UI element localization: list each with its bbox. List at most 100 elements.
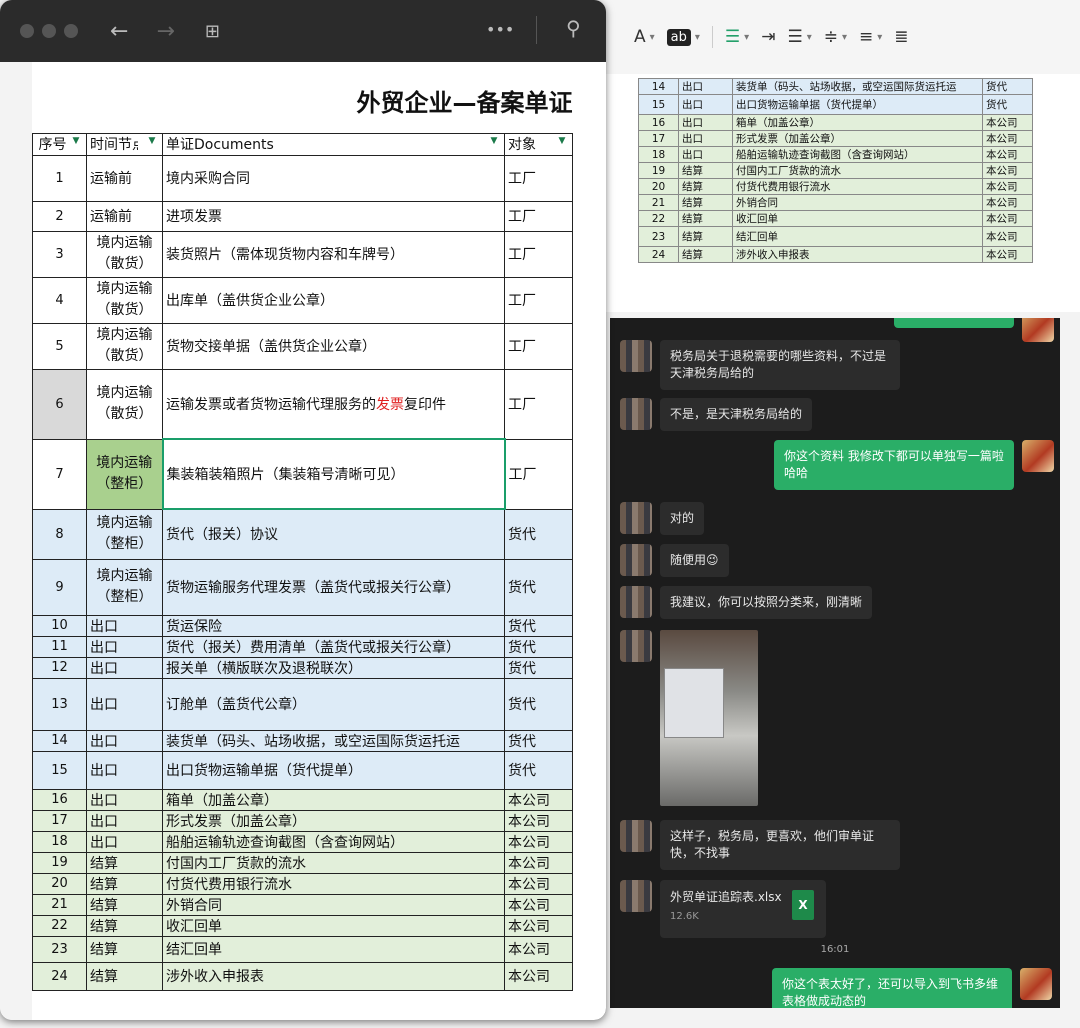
cell-index[interactable]: 7 bbox=[32, 438, 87, 510]
cell-party[interactable]: 工厂 bbox=[504, 438, 573, 510]
doc-cell[interactable]: 结算 bbox=[678, 194, 733, 211]
cell-document[interactable]: 货物交接单据（盖供货企业公章） bbox=[162, 322, 505, 370]
doc-cell[interactable]: 21 bbox=[638, 194, 679, 211]
cell-stage[interactable]: 境内运输（整柜） bbox=[86, 438, 163, 510]
paragraph-icon[interactable]: ≡ ▾ bbox=[859, 27, 882, 47]
cell-index[interactable]: 22 bbox=[32, 914, 87, 937]
filter-dropdown-icon[interactable]: ▼ bbox=[69, 134, 83, 148]
doc-cell[interactable]: 货代 bbox=[982, 94, 1033, 115]
cell-stage[interactable]: 出口 bbox=[86, 729, 163, 752]
cell-stage[interactable]: 境内运输（散货） bbox=[86, 368, 163, 440]
doc-cell[interactable]: 收汇回单 bbox=[732, 210, 983, 227]
doc-cell[interactable]: 本公司 bbox=[982, 226, 1033, 247]
cell-stage[interactable]: 境内运输（散货） bbox=[86, 322, 163, 370]
avatar[interactable] bbox=[620, 398, 652, 430]
cell-index[interactable]: 11 bbox=[32, 635, 87, 658]
cell-party[interactable]: 货代 bbox=[504, 750, 573, 790]
file-attachment[interactable]: 外贸单证追踪表.xlsx 12.6K X bbox=[660, 880, 826, 938]
header-cell[interactable]: 对象 ▼ bbox=[504, 132, 573, 156]
filter-dropdown-icon[interactable]: ▼ bbox=[145, 134, 159, 148]
cell-document[interactable]: 涉外收入申报表 bbox=[162, 961, 505, 991]
doc-cell[interactable]: 装货单（码头、站场收据，或空运国际货运托运 bbox=[732, 78, 983, 95]
cell-index[interactable]: 6 bbox=[32, 368, 87, 440]
cell-document[interactable]: 货物运输服务代理发票（盖货代或报关行公章） bbox=[162, 558, 505, 616]
cell-stage[interactable]: 结算 bbox=[86, 914, 163, 937]
cell-index[interactable]: 10 bbox=[32, 614, 87, 637]
cell-index[interactable]: 9 bbox=[32, 558, 87, 616]
cell-stage[interactable]: 结算 bbox=[86, 851, 163, 874]
indent-icon[interactable]: ⇥ bbox=[761, 27, 775, 47]
cell-document[interactable]: 集装箱装箱照片（集装箱号清晰可见） bbox=[161, 438, 506, 510]
cell-stage[interactable]: 运输前 bbox=[86, 154, 163, 202]
cell-index[interactable]: 19 bbox=[32, 851, 87, 874]
cell-document[interactable]: 订舱单（盖货代公章） bbox=[162, 677, 505, 731]
doc-cell[interactable]: 结算 bbox=[678, 178, 733, 195]
message-bubble[interactable]: 随便用😉 bbox=[660, 544, 729, 577]
avatar[interactable] bbox=[620, 340, 652, 372]
message-bubble[interactable]: 对的 bbox=[660, 502, 705, 535]
doc-cell[interactable]: 本公司 bbox=[982, 178, 1033, 195]
doc-cell[interactable]: 货代 bbox=[982, 78, 1033, 95]
cell-party[interactable]: 工厂 bbox=[504, 154, 573, 202]
filter-dropdown-icon[interactable]: ▼ bbox=[487, 134, 501, 148]
cell-party[interactable]: 本公司 bbox=[504, 872, 573, 895]
header-cell[interactable]: 时间节点▼ bbox=[86, 132, 163, 156]
filter-dropdown-icon[interactable]: ▼ bbox=[555, 134, 569, 148]
cell-party[interactable]: 本公司 bbox=[504, 935, 573, 963]
doc-cell[interactable]: 15 bbox=[638, 94, 679, 115]
pin-icon[interactable]: ⚲ bbox=[566, 16, 581, 40]
cell-stage[interactable]: 出口 bbox=[86, 614, 163, 637]
cell-party[interactable]: 工厂 bbox=[504, 276, 573, 324]
message-bubble[interactable]: 不是，是天津税务局给的 bbox=[660, 398, 813, 431]
avatar[interactable] bbox=[620, 820, 652, 852]
doc-cell[interactable]: 付货代费用银行流水 bbox=[732, 178, 983, 195]
line-spacing-icon[interactable]: ≑ ▾ bbox=[824, 27, 847, 47]
cell-document[interactable]: 船舶运输轨迹查询截图（含查询网站） bbox=[162, 830, 505, 853]
doc-cell[interactable]: 出口 bbox=[678, 94, 733, 115]
cell-stage[interactable]: 境内运输（整柜） bbox=[86, 508, 163, 560]
cell-document[interactable]: 进项发票 bbox=[162, 200, 505, 232]
grid-menu-icon[interactable]: ⊞ bbox=[205, 21, 220, 42]
cell-party[interactable]: 工厂 bbox=[504, 368, 573, 440]
cell-stage[interactable]: 出口 bbox=[86, 809, 163, 832]
doc-cell[interactable]: 19 bbox=[638, 162, 679, 179]
doc-cell[interactable]: 本公司 bbox=[982, 246, 1033, 263]
doc-cell[interactable]: 出口 bbox=[678, 78, 733, 95]
doc-cell[interactable]: 出口 bbox=[678, 130, 733, 147]
doc-cell[interactable]: 本公司 bbox=[982, 162, 1033, 179]
more-options-icon[interactable]: ••• bbox=[486, 20, 514, 39]
cell-party[interactable]: 货代 bbox=[504, 729, 573, 752]
cell-party[interactable]: 货代 bbox=[504, 635, 573, 658]
cell-stage[interactable]: 出口 bbox=[86, 635, 163, 658]
avatar[interactable] bbox=[620, 502, 652, 534]
close-window-button[interactable] bbox=[20, 24, 34, 38]
doc-cell[interactable]: 外销合同 bbox=[732, 194, 983, 211]
doc-cell[interactable]: 本公司 bbox=[982, 194, 1033, 211]
doc-cell[interactable]: 17 bbox=[638, 130, 679, 147]
cell-index[interactable]: 5 bbox=[32, 322, 87, 370]
list-icon[interactable]: ≣ bbox=[894, 27, 908, 47]
cell-document[interactable]: 装货照片（需体现货物内容和车牌号） bbox=[162, 230, 505, 278]
cell-index[interactable]: 1 bbox=[32, 154, 87, 202]
cell-document[interactable]: 箱单（加盖公章） bbox=[162, 788, 505, 811]
doc-cell[interactable]: 结算 bbox=[678, 210, 733, 227]
cell-stage[interactable]: 结算 bbox=[86, 872, 163, 895]
cell-stage[interactable]: 结算 bbox=[86, 961, 163, 991]
doc-cell[interactable]: 结汇回单 bbox=[732, 226, 983, 247]
cell-party[interactable]: 货代 bbox=[504, 677, 573, 731]
cell-stage[interactable]: 出口 bbox=[86, 830, 163, 853]
doc-cell[interactable]: 本公司 bbox=[982, 130, 1033, 147]
doc-cell[interactable]: 24 bbox=[638, 246, 679, 263]
cell-index[interactable]: 8 bbox=[32, 508, 87, 560]
forward-arrow-icon[interactable]: → bbox=[156, 19, 174, 44]
font-color-button[interactable]: A ▾ bbox=[634, 27, 655, 47]
cell-index[interactable]: 13 bbox=[32, 677, 87, 731]
avatar[interactable] bbox=[620, 880, 652, 912]
doc-cell[interactable]: 20 bbox=[638, 178, 679, 195]
minimize-window-button[interactable] bbox=[42, 24, 56, 38]
cell-document[interactable]: 境内采购合同 bbox=[162, 154, 505, 202]
doc-cell[interactable]: 结算 bbox=[678, 162, 733, 179]
doc-cell[interactable]: 结算 bbox=[678, 246, 733, 263]
cell-party[interactable]: 本公司 bbox=[504, 914, 573, 937]
cell-index[interactable]: 20 bbox=[32, 872, 87, 895]
